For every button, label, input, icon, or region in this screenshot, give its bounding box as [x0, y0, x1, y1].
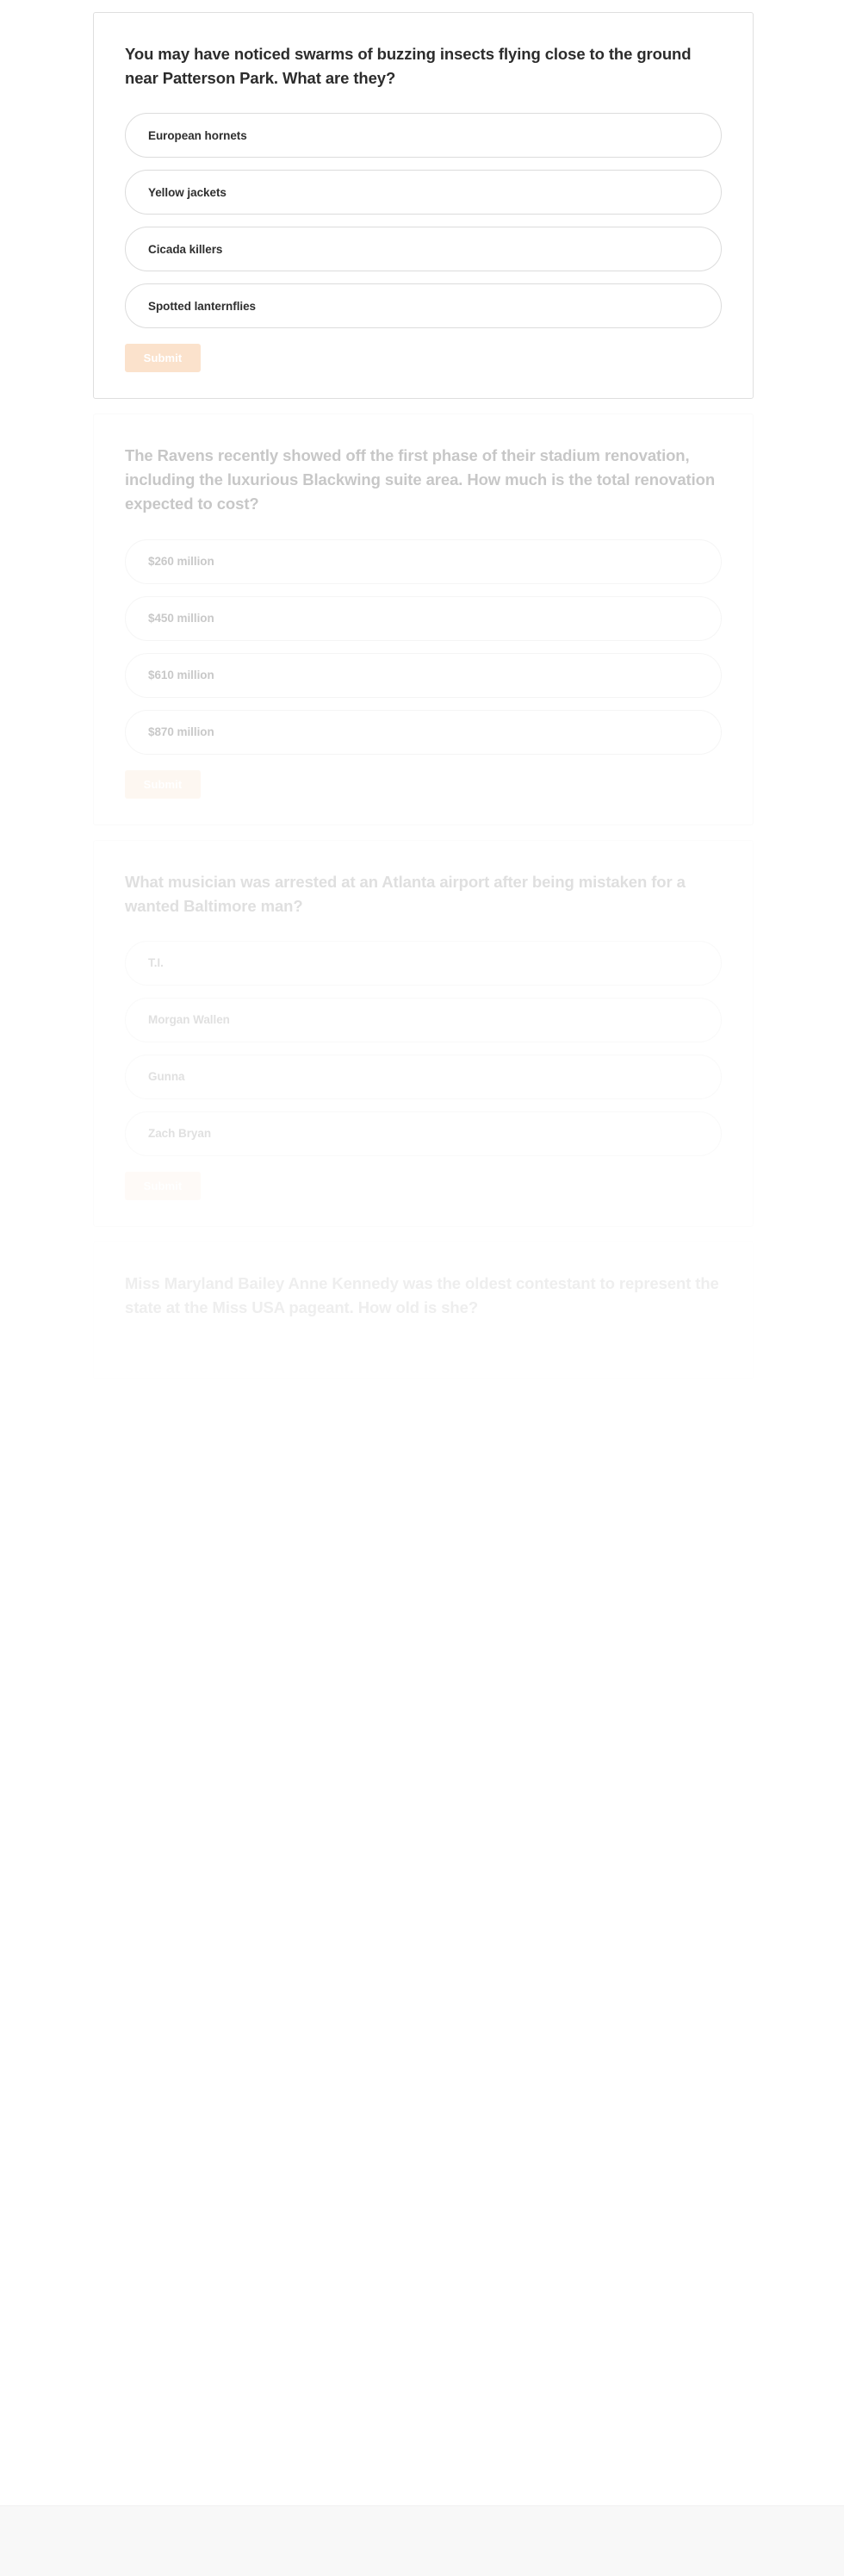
option-label: Yellow jackets: [148, 185, 227, 199]
submit-button[interactable]: Submit: [125, 769, 201, 799]
option-label: Spotted lanternflies: [148, 299, 257, 313]
option-label: T.I.: [148, 956, 164, 970]
option-row[interactable]: Cicada killers: [125, 227, 722, 272]
option-label: $450 million: [148, 612, 214, 625]
option-label: Gunna: [148, 1070, 185, 1084]
question-text: You may have noticed swarms of buzzing i…: [125, 45, 692, 88]
option-label: Zach Bryan: [148, 1127, 212, 1141]
option-row[interactable]: $450 million: [125, 595, 722, 641]
option-row[interactable]: T.I.: [125, 940, 722, 986]
option-row[interactable]: Gunna: [125, 1054, 722, 1099]
quiz-root: You may have noticed swarms of buzzing i…: [0, 0, 844, 1394]
submit-row: Submit: [125, 1171, 722, 1200]
question-text: Miss Maryland Bailey Anne Kennedy was th…: [125, 1273, 719, 1316]
submit-button[interactable]: Submit: [125, 344, 201, 373]
option-row[interactable]: $870 million: [125, 709, 722, 755]
submit-row: Submit: [125, 769, 722, 799]
option-list: $260 million $450 million $610 million $…: [125, 538, 722, 755]
option-row[interactable]: $260 million: [125, 538, 722, 584]
quiz-card-stack: You may have noticed swarms of buzzing i…: [93, 0, 754, 1379]
quiz-card: What musician was arrested at an Atlanta…: [93, 839, 754, 1227]
option-row[interactable]: European hornets: [125, 113, 722, 159]
option-row[interactable]: Morgan Wallen: [125, 997, 722, 1042]
option-list: T.I. Morgan Wallen Gunna Zach Bryan: [125, 940, 722, 1156]
question-text: What musician was arrested at an Atlanta…: [125, 872, 686, 915]
submit-button[interactable]: Submit: [125, 1171, 201, 1200]
option-row[interactable]: Yellow jackets: [125, 170, 722, 215]
quiz-card: You may have noticed swarms of buzzing i…: [93, 12, 754, 400]
option-row[interactable]: $610 million: [125, 652, 722, 698]
option-label: $610 million: [148, 669, 214, 682]
option-label: Morgan Wallen: [148, 1013, 230, 1027]
option-row[interactable]: Zach Bryan: [125, 1111, 722, 1156]
option-list: European hornets Yellow jackets Cicada k…: [125, 113, 722, 329]
option-label: $260 million: [148, 555, 214, 569]
submit-row: Submit: [125, 344, 722, 373]
quiz-card: The Ravens recently showed off the first…: [93, 414, 754, 825]
quiz-card: Miss Maryland Bailey Anne Kennedy was th…: [93, 1241, 754, 1379]
option-label: Cicada killers: [148, 242, 223, 256]
question-text: The Ravens recently showed off the first…: [125, 446, 716, 513]
option-label: European hornets: [148, 128, 247, 142]
option-label: $870 million: [148, 725, 214, 739]
page-footer: [0, 2505, 844, 2576]
option-row[interactable]: Spotted lanternflies: [125, 283, 722, 329]
